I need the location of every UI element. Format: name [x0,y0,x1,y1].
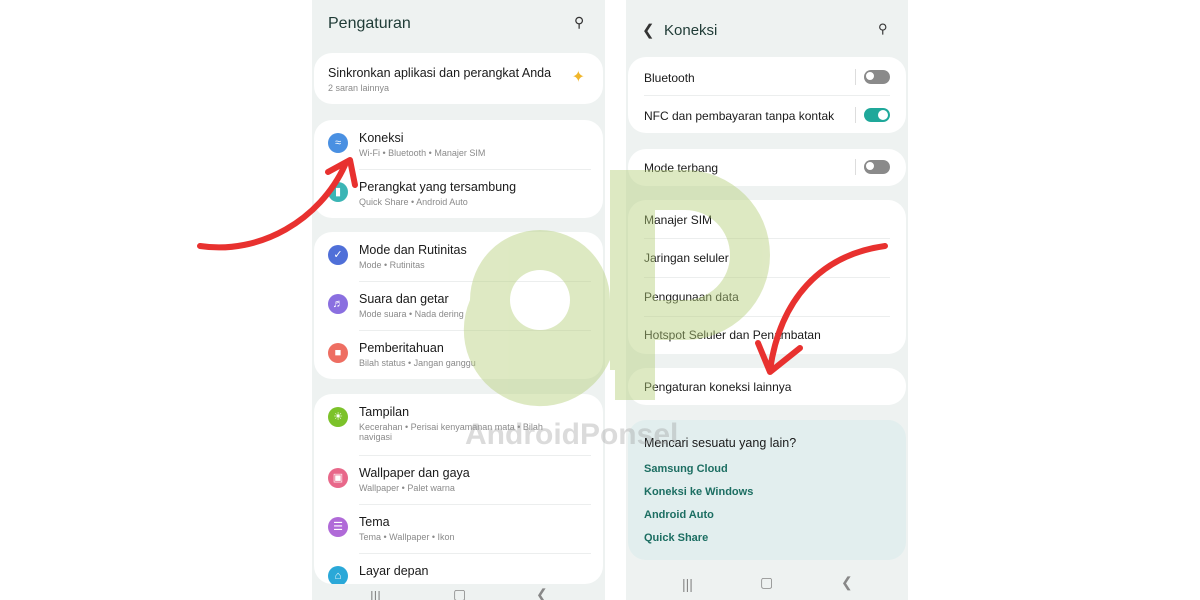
item-title: Mode dan Rutinitas [359,243,467,257]
item-title: Pemberitahuan [359,341,444,355]
back-arrow-icon[interactable]: ❮ [642,21,655,39]
more-settings-item[interactable]: Pengaturan koneksi lainnya [644,380,791,394]
settings-item[interactable]: ▮ Perangkat yang tersambung Quick Share … [314,169,603,218]
item-title: Perangkat yang tersambung [359,180,517,194]
item-subtitle: Tema • Wallpaper • Ikon [359,532,455,542]
airplane-label[interactable]: Mode terbang [644,161,718,175]
link-quick-share[interactable]: Quick Share [644,532,708,544]
item-title: Tampilan [359,405,410,419]
home-button[interactable]: ▢ [760,574,773,591]
recents-button[interactable]: ||| [682,576,693,592]
airplane-toggle[interactable] [864,160,890,174]
item-title: Koneksi [359,131,404,145]
settings-item[interactable]: ☰ Tema Tema • Wallpaper • Ikon [314,504,603,553]
network-card: Manajer SIM Jaringan seluler Penggunaan … [628,200,906,354]
back-button[interactable]: ❮ [536,586,548,600]
item-subtitle: Kecerahan • Perisai kenyamanan mata • Bi… [359,422,543,442]
page-title: Koneksi [664,22,718,39]
wallpaper-icon: ▣ [328,468,348,488]
settings-screen: Pengaturan ⚲ Sinkronkan aplikasi dan per… [312,0,605,600]
search-icon[interactable]: ⚲ [574,14,584,31]
check-circle-icon: ✓ [328,245,348,265]
settings-item[interactable]: ▣ Wallpaper dan gaya Wallpaper • Palet w… [314,455,603,504]
page-title: Pengaturan [328,15,411,32]
theme-icon: ☰ [328,517,348,537]
brightness-icon: ☀ [328,407,348,427]
suggestion-subtitle: 2 saran lainnya [328,83,390,93]
settings-item[interactable]: ⌂ Layar depan [314,553,603,584]
item-subtitle: Wallpaper • Palet warna [359,483,455,493]
item-subtitle: Quick Share • Android Auto [359,197,468,207]
search-icon[interactable]: ⚲ [878,21,888,37]
item-title: Layar depan [359,564,429,578]
item-subtitle: Mode • Rutinitas [359,260,425,270]
data-usage-item[interactable]: Penggunaan data [644,290,739,304]
settings-group: ☀ Tampilan Kecerahan • Perisai kenyamana… [314,394,603,584]
link-samsung-cloud[interactable]: Samsung Cloud [644,463,728,475]
notification-icon: ■ [328,343,348,363]
item-subtitle: Mode suara • Nada dering [359,309,464,319]
recents-button[interactable]: ||| [370,588,381,600]
home-button[interactable]: ▢ [453,586,466,600]
sparkle-icon: ✦ [571,69,585,86]
item-title: Suara dan getar [359,292,449,306]
suggest-card: Mencari sesuatu yang lain? Samsung Cloud… [628,420,906,560]
suggestion-card[interactable]: Sinkronkan aplikasi dan perangkat Anda 2… [314,53,603,104]
home-icon: ⌂ [328,566,348,584]
item-subtitle: Bilah status • Jangan ganggu [359,358,476,368]
settings-item[interactable]: ♬ Suara dan getar Mode suara • Nada deri… [314,281,603,330]
suggestion-title: Sinkronkan aplikasi dan perangkat Anda [328,66,552,80]
item-title: Tema [359,515,390,529]
settings-item[interactable]: ■ Pemberitahuan Bilah status • Jangan ga… [314,330,603,379]
nfc-label[interactable]: NFC dan pembayaran tanpa kontak [644,109,834,123]
back-button[interactable]: ❮ [841,574,853,591]
settings-item[interactable]: ≈ Koneksi Wi-Fi • Bluetooth • Manajer SI… [314,120,603,169]
hotspot-item[interactable]: Hotspot Seluler dan Penambatan [644,328,821,342]
airplane-card: Mode terbang [628,149,906,186]
toggle-card: Bluetooth NFC dan pembayaran tanpa konta… [628,57,906,133]
sim-manager-item[interactable]: Manajer SIM [644,213,712,227]
link-windows[interactable]: Koneksi ke Windows [644,486,753,498]
volume-icon: ♬ [328,294,348,314]
item-subtitle: Wi-Fi • Bluetooth • Manajer SIM [359,148,486,158]
more-settings-card[interactable]: Pengaturan koneksi lainnya [628,368,906,405]
settings-item[interactable]: ✓ Mode dan Rutinitas Mode • Rutinitas [314,232,603,281]
settings-group: ≈ Koneksi Wi-Fi • Bluetooth • Manajer SI… [314,120,603,218]
devices-icon: ▮ [328,182,348,202]
link-android-auto[interactable]: Android Auto [644,509,714,521]
bluetooth-toggle[interactable] [864,70,890,84]
bluetooth-label[interactable]: Bluetooth [644,71,695,85]
mobile-network-item[interactable]: Jaringan seluler [644,251,729,265]
suggest-title: Mencari sesuatu yang lain? [644,436,797,450]
settings-group: ✓ Mode dan Rutinitas Mode • Rutinitas ♬ … [314,232,603,379]
settings-item[interactable]: ☀ Tampilan Kecerahan • Perisai kenyamana… [314,394,603,455]
wifi-icon: ≈ [328,133,348,153]
nfc-toggle[interactable] [864,108,890,122]
item-title: Wallpaper dan gaya [359,466,470,480]
connections-screen: ❮ Koneksi ⚲ Bluetooth NFC dan pembayaran… [626,0,908,600]
